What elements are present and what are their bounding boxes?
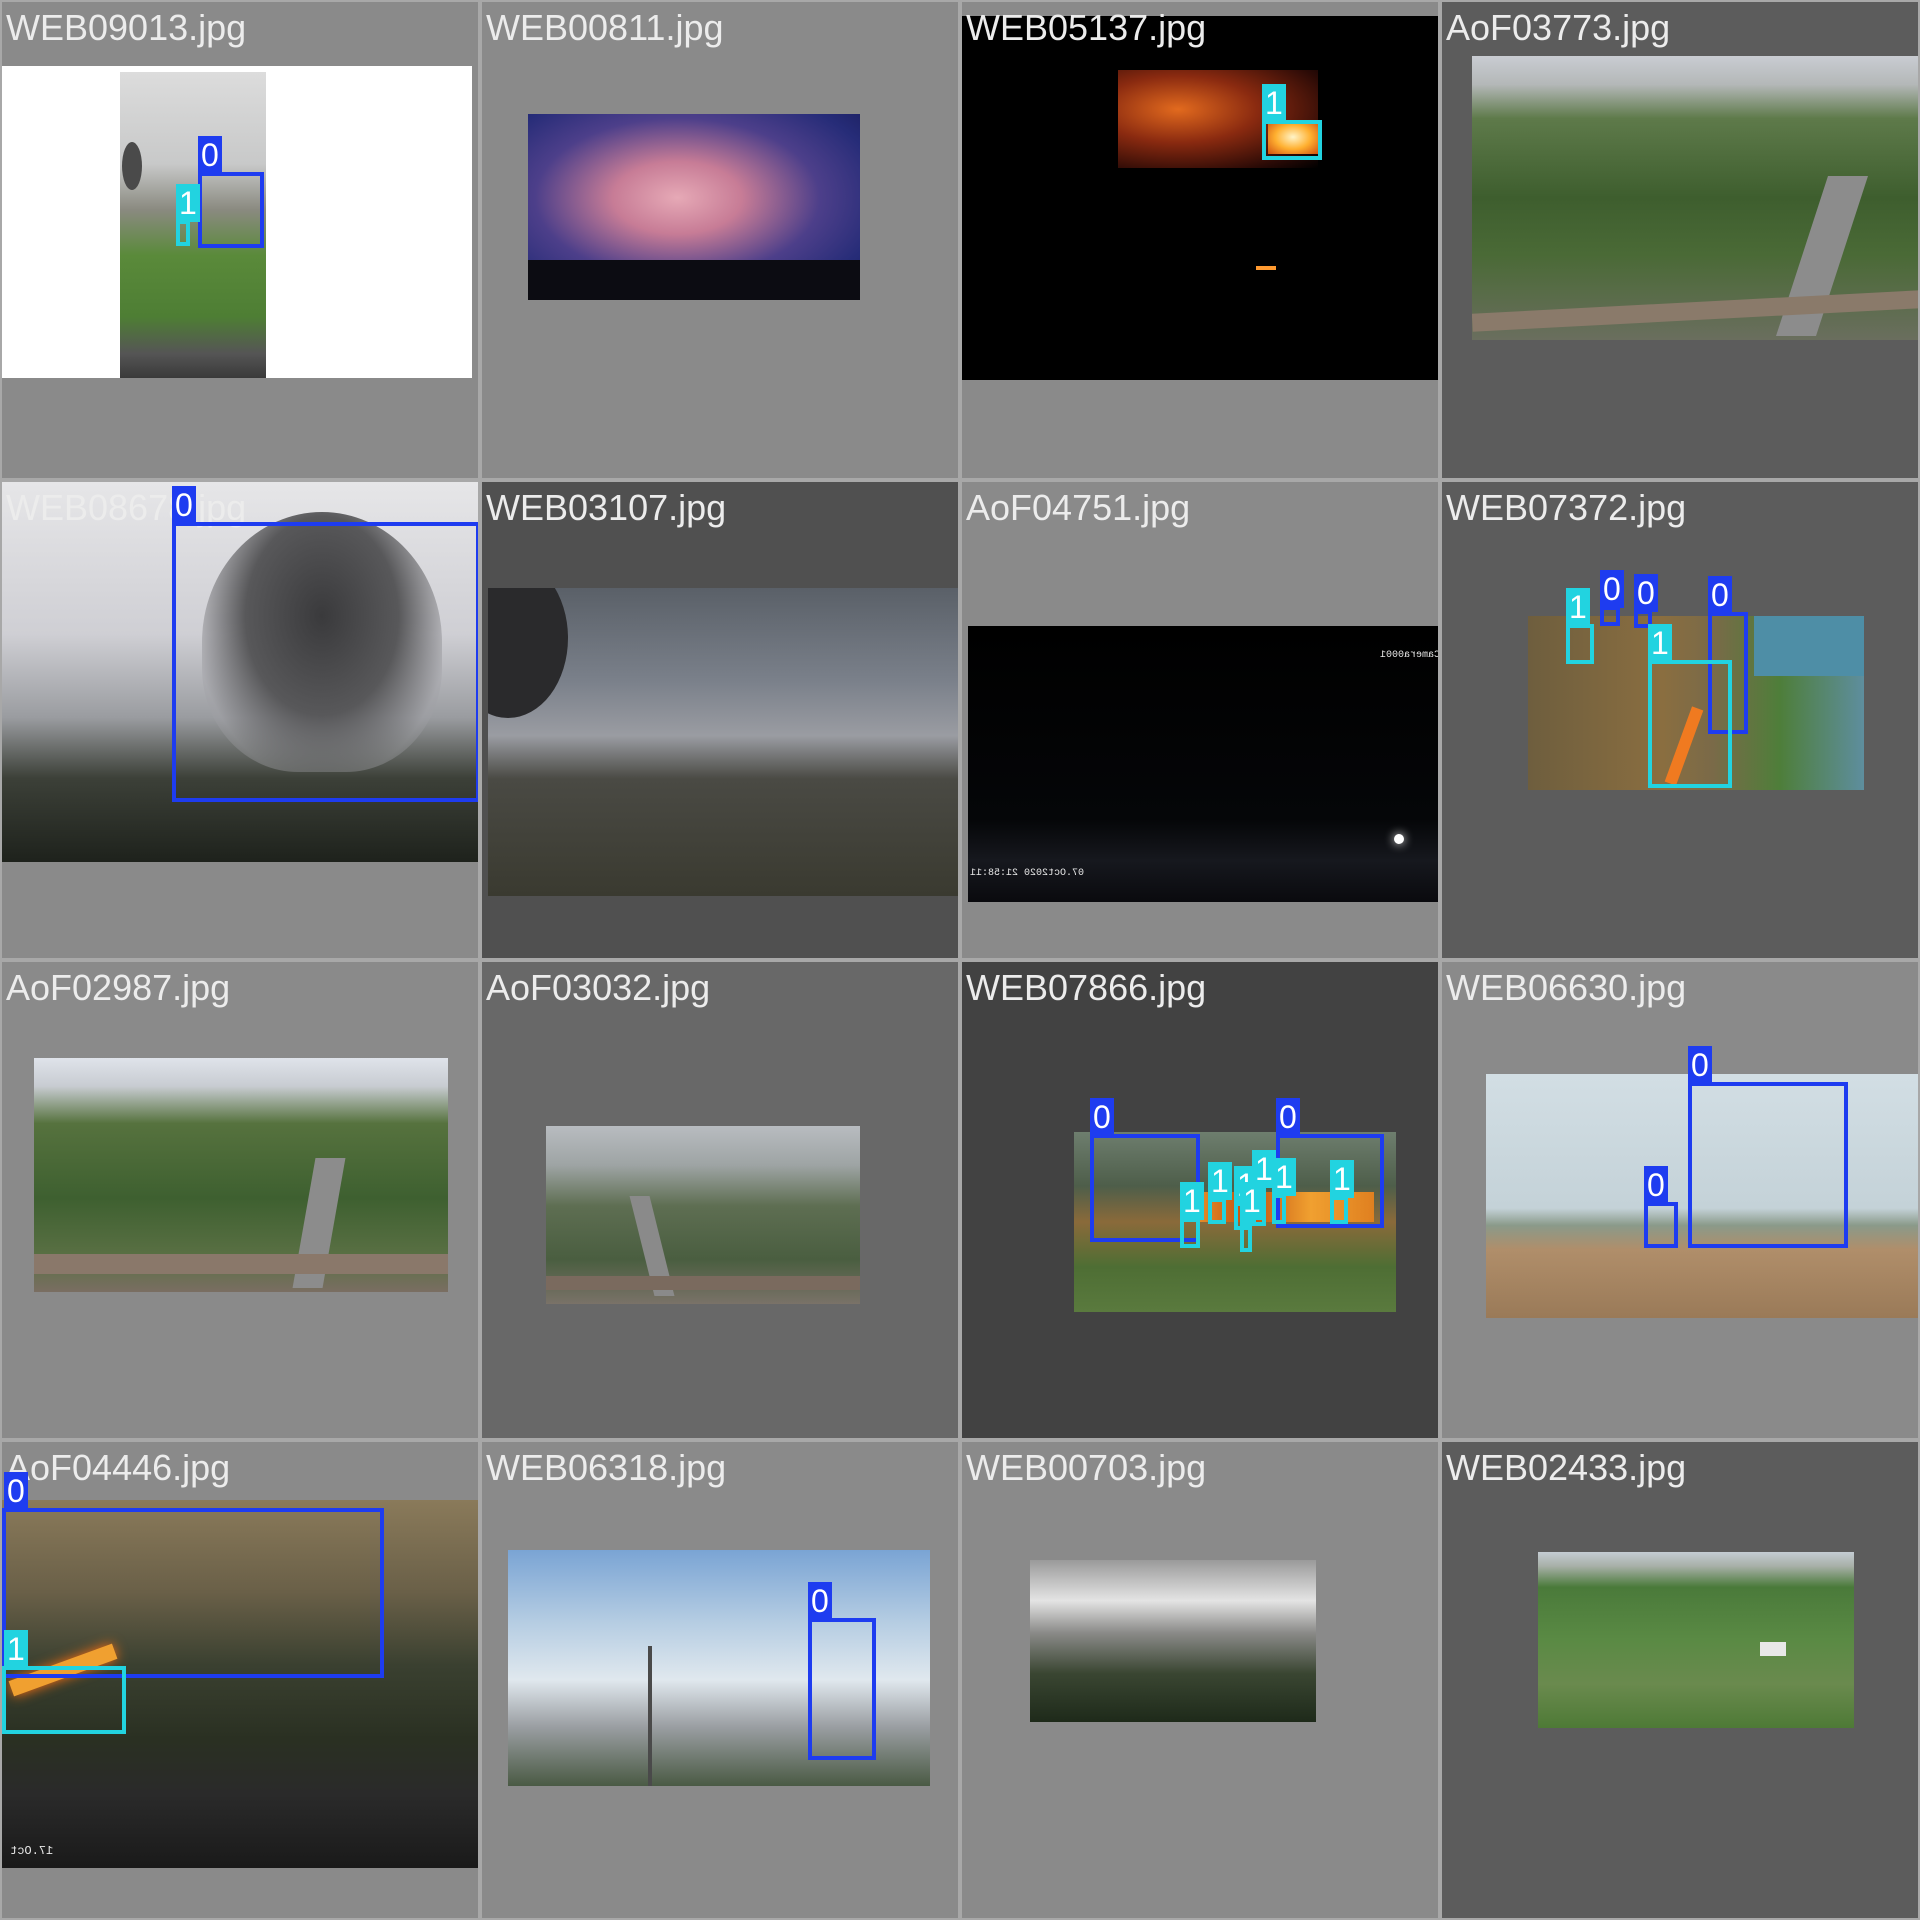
tile-filename: AoF03032.jpg	[486, 967, 711, 1008]
smoke-box: 0	[1644, 1166, 1678, 1248]
tile-filename: WEB00703.jpg	[966, 1447, 1207, 1488]
storm-shelf-photo	[488, 588, 958, 896]
camera-name-overlay: Camera0001	[1380, 650, 1440, 661]
class-label: 1	[176, 184, 200, 222]
class-label: 1	[1262, 84, 1286, 122]
tile-filename: WEB06318.jpg	[486, 1447, 727, 1488]
tile-web09013[interactable]: WEB09013.jpg 0 1	[0, 0, 480, 480]
tile-filename: AoF02987.jpg	[6, 967, 231, 1008]
forest-road-photo	[34, 1058, 448, 1292]
class-label: 0	[4, 1472, 28, 1510]
utility-pole	[648, 1646, 652, 1786]
tile-filename: WEB07866.jpg	[966, 967, 1207, 1008]
class-label: 0	[1634, 574, 1658, 612]
fire-box: 1	[1240, 1182, 1264, 1252]
sign-post	[122, 142, 142, 190]
tile-filename: WEB06630.jpg	[1446, 967, 1687, 1008]
tile-web00811[interactable]: WEB00811.jpg	[480, 0, 960, 480]
timestamp-overlay: 07.Oct2020 21:58:11	[970, 868, 1085, 879]
tile-filename: WEB07372.jpg	[1446, 487, 1687, 528]
tile-web08678[interactable]: WEB08678.jpg 0	[0, 480, 480, 960]
tile-filename: AoF04751.jpg	[966, 487, 1191, 528]
smoke-box: 0	[2, 1472, 384, 1678]
fire-box: 1	[1648, 624, 1732, 788]
tile-web07372[interactable]: WEB07372.jpg 1 0 0 0 1	[1440, 480, 1920, 960]
forest-valley-photo	[1472, 56, 1918, 340]
class-label: 1	[1240, 1182, 1264, 1220]
fire-box: 1	[1566, 588, 1594, 664]
class-label: 1	[1272, 1158, 1296, 1196]
class-label: 1	[1208, 1162, 1232, 1200]
class-label: 1	[1180, 1182, 1204, 1220]
ember-streak	[1256, 266, 1276, 270]
tile-web06630[interactable]: WEB06630.jpg 0 0	[1440, 960, 1920, 1440]
smoke-box: 0	[1688, 1046, 1848, 1248]
railing	[1472, 290, 1918, 332]
tile-aof04751[interactable]: 07.Oct2020 21:58:11 Camera0001 AoF04751.…	[960, 480, 1440, 960]
fire-box: 1	[1272, 1158, 1296, 1224]
railing	[34, 1254, 448, 1274]
class-label: 0	[1644, 1166, 1668, 1204]
detection-mosaic: WEB09013.jpg 0 1 WEB00811.jpg WEB05137.j…	[0, 0, 1920, 1920]
class-label: 0	[1276, 1098, 1300, 1136]
class-label: 0	[1600, 570, 1624, 608]
class-label: 0	[808, 1582, 832, 1620]
camera-housing	[488, 588, 568, 718]
class-label: 0	[172, 486, 196, 524]
tile-web00703[interactable]: WEB00703.jpg	[960, 1440, 1440, 1920]
class-label: 1	[4, 1630, 28, 1668]
building	[1760, 1642, 1786, 1656]
tile-aof04446[interactable]: 17.Oct AoF04446.jpg 0 1	[0, 1440, 480, 1920]
class-label: 1	[1566, 588, 1590, 626]
aerial-village-photo	[1538, 1552, 1854, 1728]
class-label: 1	[1648, 624, 1672, 662]
tile-filename: WEB02433.jpg	[1446, 1447, 1687, 1488]
storm-cloud-photo	[528, 114, 860, 300]
foggy-forest-photo	[546, 1126, 860, 1304]
tile-web06318[interactable]: WEB06318.jpg 0	[480, 1440, 960, 1920]
tile-aof02987[interactable]: AoF02987.jpg	[0, 960, 480, 1440]
tile-filename: WEB05137.jpg	[966, 7, 1207, 48]
smoke-box: 0	[172, 486, 478, 802]
night-camera-photo: 07.Oct2020 21:58:11 Camera0001	[968, 626, 1440, 902]
misty-valley-photo	[1030, 1560, 1316, 1722]
night-fire-photo	[962, 16, 1438, 380]
tile-filename: WEB00811.jpg	[486, 7, 724, 48]
streetlight	[1394, 834, 1404, 844]
tile-web03107[interactable]: WEB03107.jpg	[480, 480, 960, 960]
fire-box: 1	[2, 1630, 126, 1734]
fire-box: 1	[1330, 1160, 1354, 1224]
tile-aof03773[interactable]: AoF03773.jpg	[1440, 0, 1920, 480]
fire-box: 1	[1180, 1182, 1204, 1248]
water	[1754, 616, 1864, 676]
tile-web07866[interactable]: WEB07866.jpg 0 0 1 1 1 1 1 1 1	[960, 960, 1440, 1440]
date-overlay: 17.Oct	[10, 1844, 54, 1858]
railing	[546, 1276, 860, 1290]
fire-box: 1	[1208, 1162, 1232, 1224]
tile-web05137[interactable]: WEB05137.jpg 1	[960, 0, 1440, 480]
class-label: 0	[198, 136, 222, 174]
tile-filename: AoF04446.jpg	[6, 1447, 231, 1488]
class-label: 0	[1090, 1098, 1114, 1136]
fire-box: 1	[1262, 84, 1322, 160]
class-label: 1	[1330, 1160, 1354, 1198]
smoke-box: 0	[1600, 570, 1624, 626]
tile-filename: WEB09013.jpg	[6, 7, 247, 48]
class-label: 0	[1708, 576, 1732, 614]
tile-aof03032[interactable]: AoF03032.jpg	[480, 960, 960, 1440]
tile-web02433[interactable]: WEB02433.jpg	[1440, 1440, 1920, 1920]
tile-filename: WEB03107.jpg	[486, 487, 727, 528]
fire-box: 1	[176, 184, 200, 246]
smoke-box: 0	[198, 136, 264, 248]
class-label: 0	[1688, 1046, 1712, 1084]
smoke-box: 0	[808, 1582, 876, 1760]
tile-filename: AoF03773.jpg	[1446, 7, 1671, 48]
horizon-silhouette	[528, 260, 860, 300]
